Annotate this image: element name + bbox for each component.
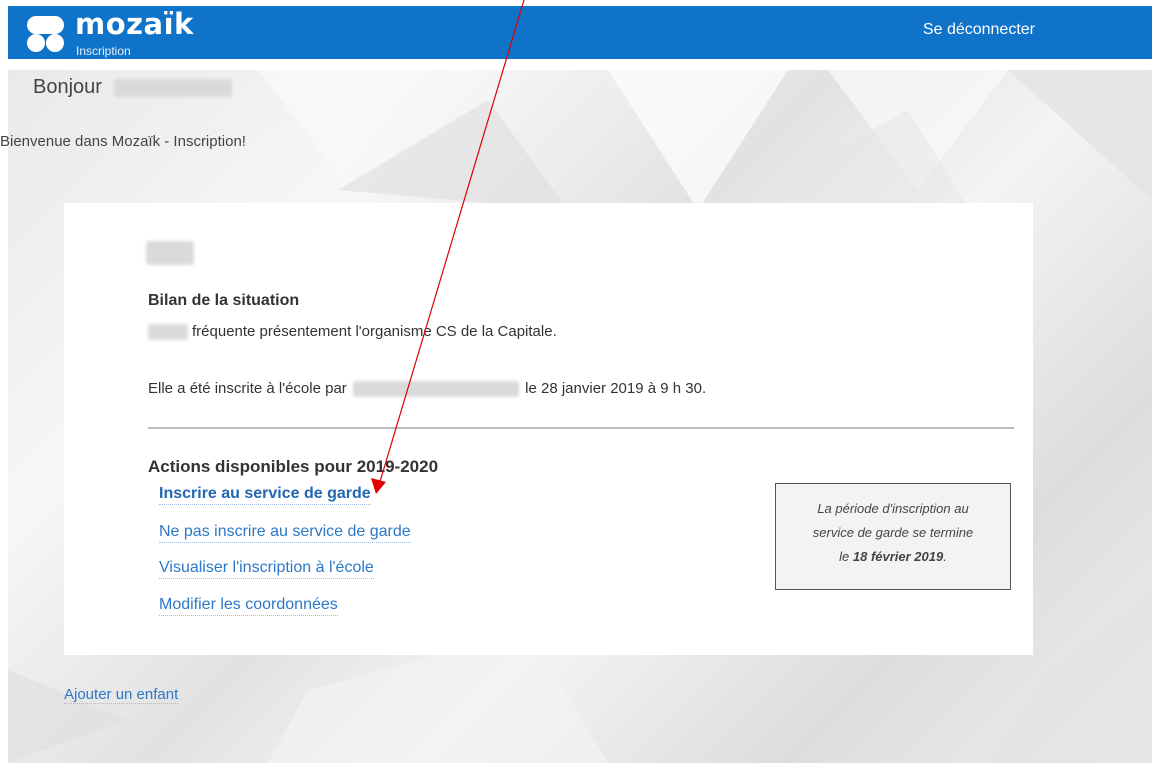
registration-deadline-notice: La période d'inscription au service de g… — [775, 483, 1011, 590]
brand-name: mozaïk — [75, 7, 194, 41]
top-navigation-bar: mozaïk Inscription Se déconnecter — [8, 6, 1152, 59]
notice-line-3: le 18 février 2019. — [776, 545, 1010, 569]
redacted-registrar-name — [352, 381, 519, 398]
registered-prefix: Elle a été inscrite à l'école par — [148, 380, 347, 397]
view-school-registration-link[interactable]: Visualiser l'inscription à l'école — [159, 559, 374, 579]
notice-deadline-date: 18 février 2019 — [852, 549, 944, 564]
notice-line-3-suffix: . — [943, 549, 947, 564]
greeting-prefix: Bonjour — [33, 76, 102, 98]
add-child-link[interactable]: Ajouter un enfant — [64, 686, 179, 704]
do-not-register-daycare-link[interactable]: Ne pas inscrire au service de garde — [159, 523, 411, 543]
welcome-message: Bienvenue dans Mozaïk - Inscription! — [0, 133, 246, 150]
child-card: Bilan de la situation fréquente présente… — [64, 203, 1033, 655]
greeting: Bonjour — [33, 76, 232, 99]
status-line: fréquente présentement l'organisme CS de… — [148, 323, 557, 341]
redacted-child-name — [146, 241, 194, 265]
actions-title: Actions disponibles pour 2019-2020 — [148, 457, 439, 476]
notice-line-2: service de garde se termine — [812, 525, 974, 540]
registration-line: Elle a été inscrite à l'école par le 28 … — [148, 380, 707, 398]
mozaik-logo[interactable]: mozaïk Inscription — [26, 7, 226, 58]
registered-suffix: le 28 janvier 2019 à 9 h 30. — [525, 380, 707, 397]
bilan-title: Bilan de la situation — [148, 292, 300, 309]
page: mozaïk Inscription Se déconnecter Bonjou… — [0, 0, 1152, 763]
status-text: fréquente présentement l'organisme CS de… — [192, 323, 557, 340]
notice-line-3-prefix: le — [839, 549, 850, 564]
edit-contact-info-link[interactable]: Modifier les coordonnées — [159, 596, 338, 616]
logout-link[interactable]: Se déconnecter — [923, 21, 1035, 39]
section-divider — [148, 427, 1014, 429]
brand-subtitle: Inscription — [76, 44, 131, 58]
redacted-user-name — [113, 78, 232, 97]
notice-line-1: La période d'inscription au — [817, 501, 969, 516]
mozaik-logo-icon — [27, 16, 64, 52]
redacted-child-first-name — [148, 324, 188, 341]
register-daycare-link[interactable]: Inscrire au service de garde — [159, 485, 371, 505]
